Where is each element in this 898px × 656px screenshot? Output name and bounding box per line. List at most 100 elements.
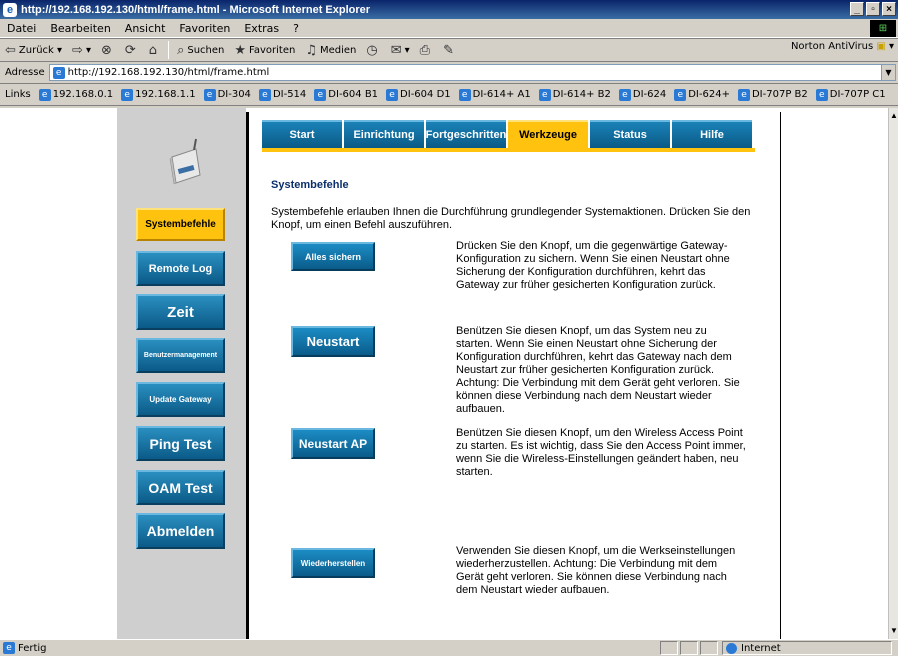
back-arrow-icon: ⇦: [5, 42, 16, 58]
media-icon: ♫: [305, 42, 317, 58]
sidebar-item-update-gateway[interactable]: Update Gateway: [136, 382, 225, 417]
address-label: Adresse: [5, 67, 45, 78]
close-button[interactable]: ×: [882, 2, 896, 16]
link-item[interactable]: e DI-624+: [670, 88, 734, 101]
page-icon: e: [674, 88, 687, 101]
stop-button[interactable]: ⊗: [96, 39, 120, 61]
menu-favoriten[interactable]: Favoriten: [172, 22, 237, 35]
page-title: Systembefehle: [271, 179, 349, 191]
home-icon: ⌂: [148, 42, 158, 58]
tab-start[interactable]: Start: [262, 120, 342, 148]
page-icon: e: [458, 88, 471, 101]
save-all-button[interactable]: Alles sichern: [291, 242, 375, 271]
page-icon: e: [737, 88, 750, 101]
link-item[interactable]: e DI-604 D1: [382, 88, 455, 101]
tab-werkzeuge[interactable]: Werkzeuge: [508, 120, 588, 148]
links-label: Links: [5, 89, 31, 100]
address-input[interactable]: e http://192.168.192.130/html/frame.html…: [48, 64, 896, 81]
forward-button[interactable]: ⇨ ▾: [67, 39, 96, 61]
toolbar: ⇦ Zurück ▾ ⇨ ▾ ⊗ ⟳ ⌂ ⌕ Suchen ★ Favoriten ♫ M…: [0, 38, 898, 62]
search-icon: ⌕: [177, 42, 185, 58]
refresh-button[interactable]: ⟳: [120, 39, 144, 61]
restart-button[interactable]: Neustart: [291, 326, 375, 357]
link-item[interactable]: e DI-707P B2: [734, 88, 812, 101]
sidebar-item-ping-test[interactable]: Ping Test: [136, 426, 225, 461]
maximize-button[interactable]: ▫: [866, 2, 880, 16]
page-icon: e: [815, 88, 828, 101]
window-controls: _ ▫ ×: [850, 2, 896, 16]
forward-arrow-icon: ⇨: [72, 42, 83, 58]
intro-text: Systembefehle erlauben Ihnen die Durchfü…: [271, 206, 751, 231]
status-bar: e Fertig Internet: [0, 639, 898, 656]
link-item[interactable]: e DI-614+ B2: [535, 88, 615, 101]
menu-bar: Datei Bearbeiten Ansicht Favoriten Extra…: [0, 19, 898, 38]
security-zone: Internet: [722, 641, 892, 655]
sidebar-item-abmelden[interactable]: Abmelden: [136, 513, 225, 549]
print-button[interactable]: ⎙: [415, 39, 438, 61]
status-cell: [660, 641, 678, 655]
favorites-icon: ★: [234, 42, 247, 58]
link-item[interactable]: e DI-304: [200, 88, 255, 101]
link-item[interactable]: e DI-614+ A1: [455, 88, 535, 101]
link-item[interactable]: e 192.168.0.1: [35, 88, 117, 101]
sidebar-item-zeit[interactable]: Zeit: [136, 294, 225, 330]
page-icon: e: [121, 88, 134, 101]
scroll-down-arrow-icon[interactable]: ▼: [889, 625, 898, 637]
page-icon: e: [538, 88, 551, 101]
menu-datei[interactable]: Datei: [0, 22, 43, 35]
favorites-button[interactable]: ★ Favoriten: [229, 39, 300, 61]
page-icon: e: [52, 66, 65, 79]
menu-bearbeiten[interactable]: Bearbeiten: [43, 22, 117, 35]
link-item[interactable]: e 192.168.1.1: [117, 88, 199, 101]
status-cell: [680, 641, 698, 655]
link-item[interactable]: e DI-604 B1: [310, 88, 382, 101]
norton-icon: ▣: [876, 41, 886, 52]
back-button[interactable]: ⇦ Zurück ▾: [0, 39, 67, 61]
norton-antivirus-button[interactable]: Norton AntiVirus ▣ ▾: [791, 41, 894, 52]
title-bar: e http://192.168.192.130/html/frame.html…: [0, 0, 898, 19]
browser-window: e http://192.168.192.130/html/frame.html…: [0, 0, 898, 656]
scroll-up-arrow-icon[interactable]: ▲: [889, 110, 898, 122]
sidebar-item-oam-test[interactable]: OAM Test: [136, 470, 225, 505]
edit-button[interactable]: ✎: [438, 39, 462, 61]
sidebar-item-remote-log[interactable]: Remote Log: [136, 251, 225, 286]
link-item[interactable]: e DI-624: [615, 88, 670, 101]
link-item[interactable]: e DI-707P C1: [812, 88, 890, 101]
history-button[interactable]: ◷: [361, 39, 385, 61]
sidebar-item-benutzermanagement[interactable]: Benutzermanagement: [136, 338, 225, 373]
page-viewport: Start Einrichtung Fortgeschritten Werkze…: [0, 108, 888, 639]
tab-fortgeschritten[interactable]: Fortgeschritten: [426, 120, 506, 148]
mail-button[interactable]: ✉ ▾: [386, 39, 415, 61]
menu-help[interactable]: ?: [286, 22, 306, 35]
address-bar: Adresse e http://192.168.192.130/html/fr…: [0, 62, 898, 84]
menu-extras[interactable]: Extras: [237, 22, 286, 35]
tab-status[interactable]: Status: [590, 120, 670, 148]
tab-hilfe[interactable]: Hilfe: [672, 120, 752, 148]
vertical-scrollbar[interactable]: ▲ ▼: [888, 108, 898, 639]
media-button[interactable]: ♫ Medien: [300, 39, 361, 61]
menu-ansicht[interactable]: Ansicht: [118, 22, 173, 35]
restart-description: Benützen Sie diesen Knopf, um das System…: [456, 325, 740, 415]
window-title: http://192.168.192.130/html/frame.html -…: [21, 3, 371, 16]
address-url: http://192.168.192.130/html/frame.html: [67, 67, 270, 78]
sidebar-item-systembefehle[interactable]: Systembefehle: [136, 208, 225, 241]
history-icon: ◷: [366, 42, 378, 58]
links-bar: Links e 192.168.0.1 e 192.168.1.1 e DI-304 …: [0, 84, 898, 106]
restart-ap-button[interactable]: Neustart AP: [291, 428, 375, 459]
search-button[interactable]: ⌕ Suchen: [172, 39, 229, 61]
minimize-button[interactable]: _: [850, 2, 864, 16]
home-button[interactable]: ⌂: [144, 39, 165, 61]
page-icon: e: [618, 88, 631, 101]
link-item[interactable]: e DI-514: [255, 88, 310, 101]
tab-einrichtung[interactable]: Einrichtung: [344, 120, 424, 148]
page-icon: e: [3, 642, 15, 654]
address-dropdown-button[interactable]: ▼: [881, 65, 895, 80]
refresh-icon: ⟳: [124, 42, 136, 58]
restart-ap-description: Benützen Sie diesen Knopf, um den Wirele…: [456, 427, 746, 478]
sidebar-panel: [117, 108, 246, 639]
page-icon: e: [38, 88, 51, 101]
restore-defaults-button[interactable]: Wiederherstellen: [291, 548, 375, 578]
status-cell: [700, 641, 718, 655]
page-icon: e: [203, 88, 216, 101]
print-icon: ⎙: [419, 42, 431, 58]
